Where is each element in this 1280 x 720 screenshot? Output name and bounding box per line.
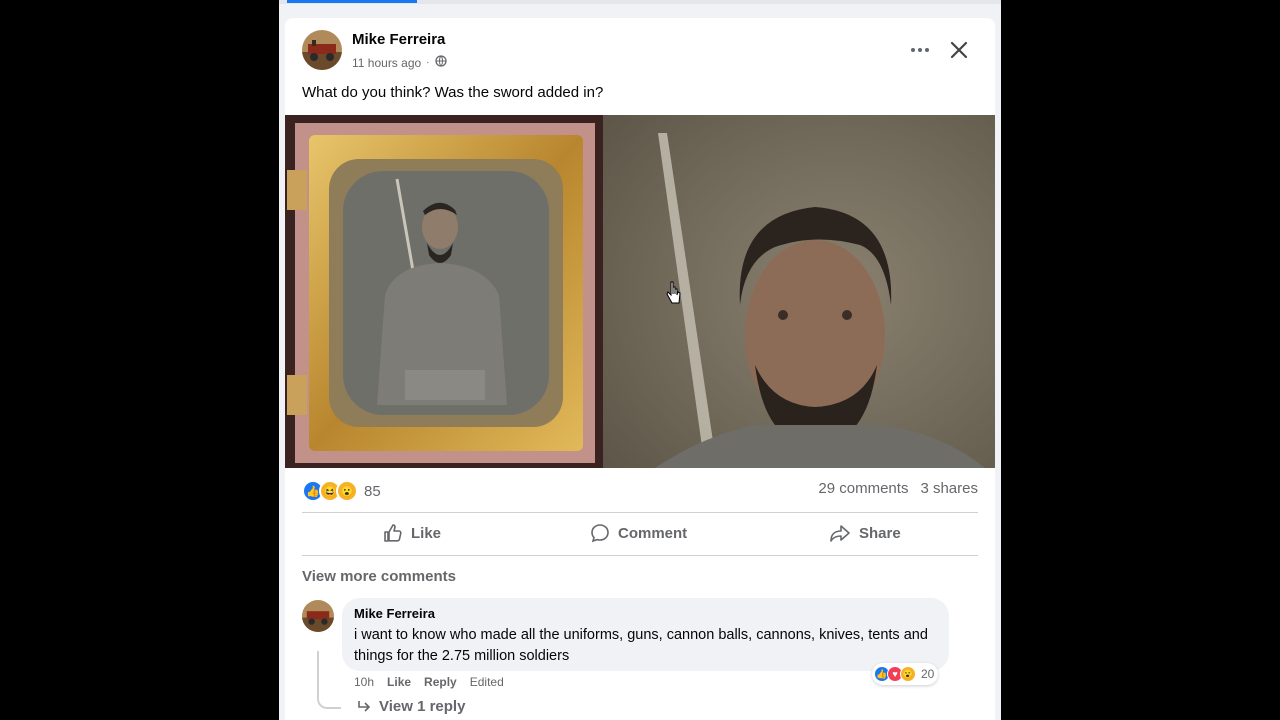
close-icon [950,41,968,59]
globe-icon [434,55,447,70]
post-stats: 👍 😆 😮 85 29 comments 3 shares [302,480,978,502]
comment-text: i want to know who made all the uniforms… [354,627,928,664]
active-tab-indicator [287,0,417,3]
meta-separator: · [426,57,430,68]
view-replies-label: View 1 reply [379,698,466,715]
feed-page: Mike Ferreira 11 hours ago · What do you… [279,0,1001,720]
reaction-count[interactable]: 85 [364,483,381,500]
comment-reaction-count: 20 [921,667,935,681]
wow-reaction-icon: 😮 [900,666,916,682]
reply-arrow-icon [358,700,371,712]
comment-bubble: Mike Ferreira i want to know who made al… [342,598,949,671]
shares-count[interactable]: 3 shares [920,480,978,497]
share-icon [830,525,850,542]
dot-icon [925,48,929,52]
commenter-avatar[interactable] [302,600,334,632]
comment-time[interactable]: 10h [354,675,374,689]
like-button[interactable]: Like [383,523,441,543]
dot-icon [918,48,922,52]
reply-thread-line [317,651,341,709]
dot-icon [911,48,915,52]
edited-label: Edited [469,675,504,689]
like-label: Like [411,524,442,542]
thumbs-up-icon [384,524,402,542]
view-replies-link[interactable]: View 1 reply [357,698,465,715]
comment-reply-button[interactable]: Reply [424,675,457,689]
comment-icon [591,524,609,543]
comment-reactions[interactable]: 👍 ♥ 😮 20 [872,663,939,685]
post-time[interactable]: 11 hours ago [352,56,421,70]
divider [302,512,978,513]
post-text: What do you think? Was the sword added i… [302,84,604,101]
post-author[interactable]: Mike Ferreira [352,31,445,48]
post-card: Mike Ferreira 11 hours ago · What do you… [285,18,995,720]
wow-reaction-icon: 😮 [336,480,358,502]
comment-actions: 10h Like Reply Edited [354,675,504,689]
comment-button[interactable]: Comment [590,523,687,543]
cursor-icon [666,281,682,310]
share-label: Share [859,524,901,542]
post-photo[interactable] [285,115,995,468]
comment-like-button[interactable]: Like [387,675,411,689]
close-button[interactable] [945,36,973,64]
share-button[interactable]: Share [829,523,901,543]
divider [302,555,978,556]
comments-count[interactable]: 29 comments [818,480,908,497]
author-avatar[interactable] [302,30,342,70]
comment-label: Comment [618,524,688,542]
tab-strip [279,0,1001,4]
view-more-comments-link[interactable]: View more comments [302,568,456,585]
reaction-summary[interactable]: 👍 😆 😮 85 [302,480,381,502]
post-meta: 11 hours ago · [352,55,447,70]
engagement-counts: 29 comments 3 shares [818,480,978,497]
comment-author[interactable]: Mike Ferreira [354,606,435,621]
more-options-button[interactable] [905,40,935,60]
